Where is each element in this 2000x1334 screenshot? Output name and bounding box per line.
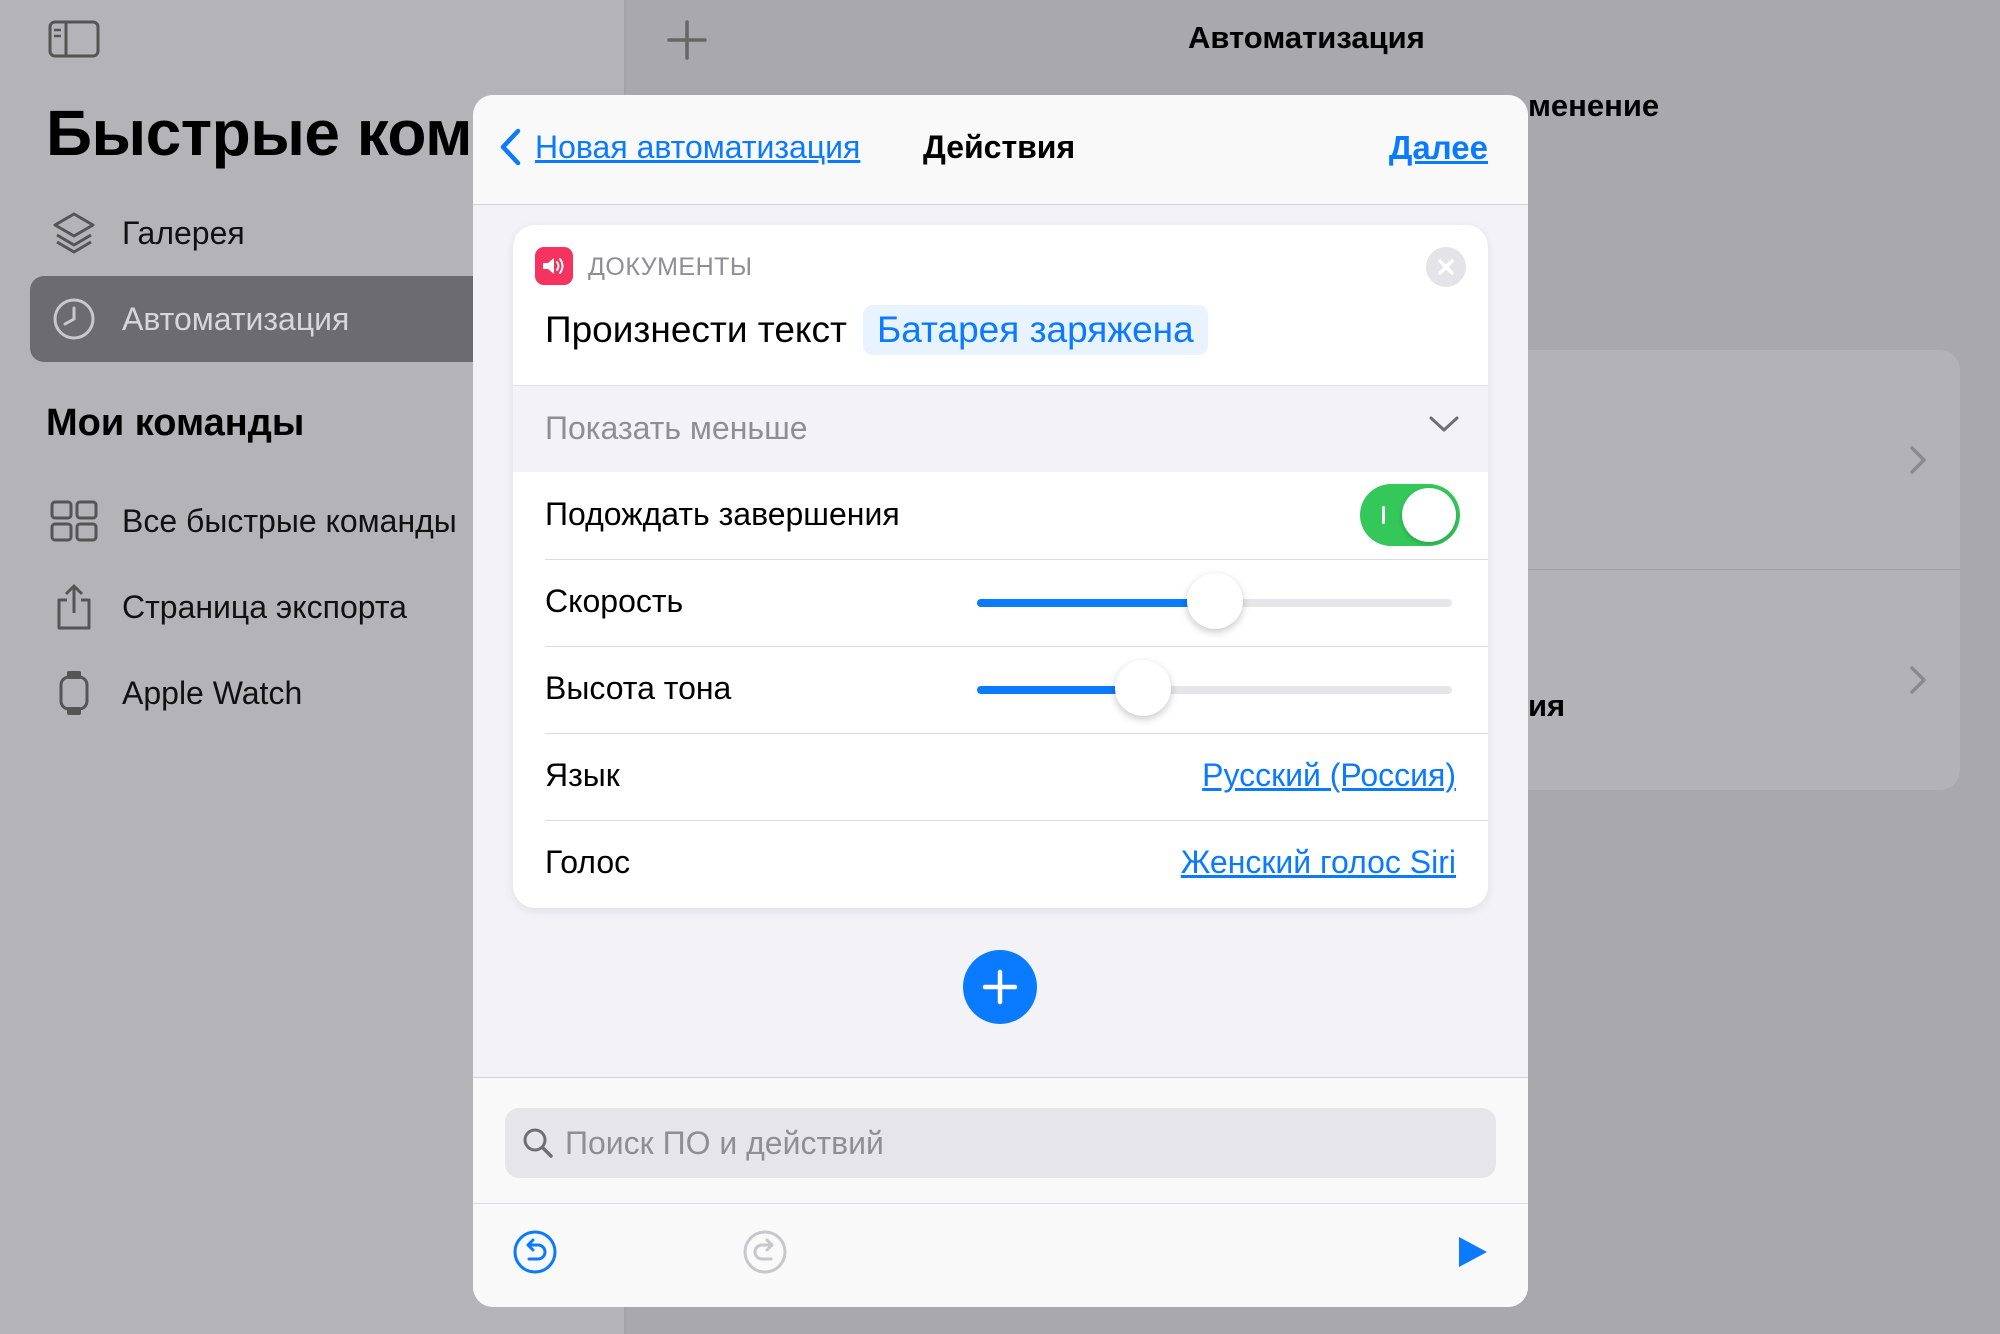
- grid-icon: [48, 495, 100, 547]
- sidebar-item-label: Все быстрые команды: [122, 502, 457, 539]
- next-button[interactable]: Далее: [1389, 129, 1488, 167]
- wait-toggle[interactable]: [1360, 484, 1460, 546]
- bottom-panel: [473, 1077, 1528, 1307]
- search-bar[interactable]: [505, 1108, 1496, 1178]
- pitch-label: Высота тона: [545, 670, 732, 706]
- run-button[interactable]: [1448, 1228, 1496, 1276]
- sidebar-item-label: Apple Watch: [122, 674, 303, 711]
- layers-icon: [48, 207, 100, 259]
- action-verb: Произнести текст: [545, 309, 847, 350]
- chevron-right-icon: [1908, 664, 1928, 701]
- slider-fill: [977, 599, 1215, 607]
- rate-slider[interactable]: [977, 573, 1452, 629]
- action-header: ДОКУМЕНТЫ Произнести текст Батарея заряж…: [513, 225, 1488, 385]
- action-summary: Произнести текст Батарея заряжена: [545, 305, 1208, 355]
- row-separator: [545, 646, 1488, 647]
- show-less-label: Показать меньше: [545, 410, 808, 446]
- sidebar-item-label: Страница экспорта: [122, 588, 407, 625]
- plus-icon: [982, 969, 1018, 1005]
- language-row[interactable]: Язык Русский (Россия): [513, 733, 1488, 820]
- toggle-on-mark: [1382, 506, 1385, 524]
- watch-icon: [48, 667, 100, 719]
- navigation-bar: Новая автоматизация Действия Далее: [473, 95, 1528, 205]
- voice-row[interactable]: Голос Женский голос Siri: [513, 820, 1488, 907]
- slider-thumb[interactable]: [1115, 660, 1172, 716]
- pitch-row: Высота тона: [513, 646, 1488, 733]
- wait-until-finished-row: Подождать завершения: [513, 472, 1488, 559]
- toolbar-separator: [473, 1203, 1528, 1204]
- share-icon: [48, 581, 100, 633]
- sidebar-item-label: Галерея: [122, 214, 245, 251]
- main-title: Автоматизация: [1188, 20, 1425, 55]
- play-icon: [1459, 1237, 1487, 1267]
- redo-icon: [743, 1230, 787, 1274]
- chevron-down-icon: [1428, 414, 1460, 439]
- chevron-right-icon: [1908, 444, 1928, 481]
- pitch-slider[interactable]: [977, 660, 1452, 716]
- row-separator: [545, 559, 1488, 560]
- speaker-icon: [535, 247, 573, 285]
- sidebar-toggle-icon[interactable]: [48, 20, 100, 58]
- show-less-row[interactable]: Показать меньше: [513, 385, 1488, 472]
- main-subtitle-fragment: менение: [1528, 88, 1660, 123]
- clock-icon: [48, 293, 100, 345]
- row-separator: [545, 820, 1488, 821]
- list-item-fragment: ия: [1528, 688, 1566, 723]
- speak-text-action-card: ДОКУМЕНТЫ Произнести текст Батарея заряж…: [513, 225, 1488, 908]
- toggle-knob: [1402, 488, 1456, 542]
- sheet-title: Действия: [923, 129, 1076, 165]
- text-token[interactable]: Батарея заряжена: [862, 305, 1208, 355]
- language-value[interactable]: Русский (Россия): [1202, 757, 1456, 794]
- voice-label: Голос: [545, 844, 631, 880]
- language-label: Язык: [545, 757, 620, 793]
- back-button[interactable]: Новая автоматизация: [497, 127, 860, 167]
- slider-thumb[interactable]: [1186, 573, 1243, 629]
- sidebar-item-label: Автоматизация: [122, 300, 350, 337]
- rate-row: Скорость: [513, 559, 1488, 646]
- undo-icon: [513, 1230, 557, 1274]
- action-category: ДОКУМЕНТЫ: [588, 253, 753, 281]
- remove-action-button[interactable]: [1426, 247, 1466, 287]
- redo-button[interactable]: [741, 1228, 789, 1276]
- rate-label: Скорость: [545, 583, 684, 619]
- add-automation-icon[interactable]: [665, 18, 709, 62]
- search-icon: [523, 1128, 553, 1158]
- chevron-left-icon: [500, 128, 521, 166]
- back-button-label: Новая автоматизация: [535, 128, 861, 165]
- close-icon: [1438, 259, 1454, 275]
- add-action-button[interactable]: [963, 950, 1037, 1024]
- actions-sheet: Новая автоматизация Действия Далее ДОКУМ…: [473, 95, 1528, 1307]
- row-separator: [545, 733, 1488, 734]
- search-input[interactable]: [565, 1124, 1465, 1162]
- undo-button[interactable]: [511, 1228, 559, 1276]
- wait-label: Подождать завершения: [545, 496, 900, 532]
- section-title: Мои команды: [46, 402, 305, 444]
- voice-value[interactable]: Женский голос Siri: [1181, 844, 1456, 881]
